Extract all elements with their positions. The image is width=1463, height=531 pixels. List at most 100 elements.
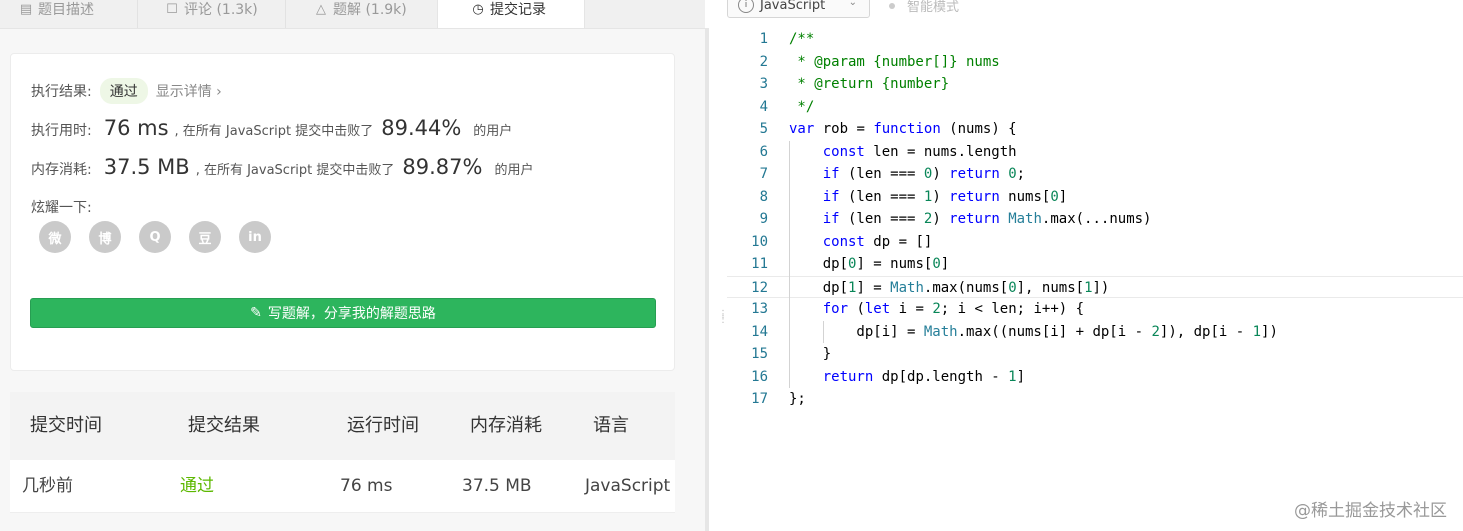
tab-solutions[interactable]: △ 题解 (1.9k)	[313, 0, 407, 28]
language-value: JavaScript	[760, 0, 826, 13]
code-line[interactable]: 16 return dp[dp.length - 1]	[727, 366, 1463, 389]
line-number: 1	[759, 31, 768, 47]
line-number: 16	[751, 368, 768, 385]
share-row: 炫耀一下:	[31, 197, 92, 217]
show-details-link[interactable]: 显示详情 ›	[156, 81, 222, 101]
code-line[interactable]: 5 var rob = function (nums) {	[727, 118, 1463, 141]
tab-label: 题解 (1.9k)	[333, 2, 407, 18]
line-number: 10	[751, 233, 768, 250]
code-text: if (len === 1) return nums[0]	[822, 188, 1068, 205]
tab-label: 题目描述	[38, 2, 94, 18]
scrollbar-track	[705, 28, 709, 531]
watermark: @稀土掘金技术社区	[1294, 501, 1447, 521]
line-number: 5	[759, 121, 768, 137]
solution-icon: △	[316, 1, 326, 17]
code-line[interactable]: 8 if (len === 1) return nums[0]	[727, 186, 1463, 209]
line-number: 12	[751, 279, 768, 296]
tab-submissions[interactable]: ◷ 提交记录	[437, 0, 585, 28]
chevron-down-icon: ⌄	[848, 0, 857, 8]
code-line[interactable]: 1 /**	[727, 28, 1463, 51]
share-label: 炫耀一下:	[31, 200, 92, 216]
code-text: for (let i = 2; i < len; i++) {	[822, 301, 1085, 317]
smart-mode-toggle[interactable]: 智能模式	[889, 0, 959, 15]
result-status-row: 执行结果: 通过 显示详情 ›	[31, 78, 222, 104]
memory-percent: 89.87%	[402, 155, 483, 179]
cell-memory: 37.5 MB	[462, 476, 532, 496]
info-icon: i	[738, 0, 754, 13]
tab-label: 评论 (1.3k)	[184, 2, 258, 18]
code-line[interactable]: 10 const dp = []	[727, 231, 1463, 254]
pane-resize-handle[interactable]: ⋮ ⋮	[705, 0, 728, 531]
header-language: 语言	[593, 415, 629, 436]
weibo-icon[interactable]: 博	[89, 221, 121, 253]
code-text: if (len === 0) return 0;	[822, 166, 1026, 182]
line-number: 13	[751, 301, 768, 317]
clock-icon: ◷	[472, 1, 484, 17]
line-number: 7	[759, 166, 768, 182]
linkedin-icon[interactable]: in	[239, 221, 271, 253]
code-line[interactable]: 7 if (len === 0) return 0;	[727, 163, 1463, 186]
cell-language: JavaScript	[585, 476, 671, 496]
cell-runtime: 76 ms	[340, 476, 393, 496]
code-text: return dp[dp.length - 1]	[822, 368, 1026, 385]
left-panel: ▤ 题目描述 ☐ 评论 (1.3k) △ 题解 (1.9k) ◷ 提交记录 执行…	[0, 0, 705, 531]
line-number: 4	[759, 98, 768, 115]
code-line[interactable]: 13 for (let i = 2; i < len; i++) {	[727, 298, 1463, 321]
line-number: 17	[751, 391, 768, 407]
cell-time: 几秒前	[22, 476, 73, 496]
result-card: 执行结果: 通过 显示详情 › 执行用时: 76 ms , 在所有 JavaSc…	[10, 53, 675, 371]
code-text: dp[i] = Math.max((nums[i] + dp[i - 2]), …	[789, 323, 1278, 340]
memory-value: 37.5 MB	[103, 155, 190, 179]
douban-icon[interactable]: 豆	[189, 221, 221, 253]
status-badge: 通过	[99, 78, 148, 104]
share-icons: 微 博 Q 豆 in	[39, 221, 271, 253]
code-line[interactable]: 14 dp[i] = Math.max((nums[i] + dp[i - 2]…	[727, 321, 1463, 344]
code-editor-panel: i JavaScript ⌄ 智能模式 1 /** 2 * @param {numb…	[727, 0, 1463, 531]
write-solution-label: 写题解，分享我的解题思路	[267, 306, 436, 322]
indent-guide	[789, 140, 790, 388]
code-text: * @param {number[]} nums	[789, 53, 1000, 70]
code-line[interactable]: 15 }	[727, 343, 1463, 366]
line-number: 11	[751, 256, 768, 272]
code-text: }	[789, 346, 832, 362]
tab-label: 提交记录	[490, 2, 546, 18]
tab-bar: ▤ 题目描述 ☐ 评论 (1.3k) △ 题解 (1.9k) ◷ 提交记录	[0, 0, 705, 29]
qq-icon[interactable]: Q	[139, 221, 171, 253]
line-number: 3	[759, 76, 768, 92]
tab-comments[interactable]: ☐ 评论 (1.3k)	[164, 0, 258, 28]
line-number: 2	[759, 53, 768, 70]
line-number: 6	[759, 143, 768, 160]
code-line[interactable]: 9 if (len === 2) return Math.max(...nums…	[727, 208, 1463, 231]
table-header: 提交时间 提交结果 运行时间 内存消耗 语言	[10, 392, 675, 460]
cell-result-link[interactable]: 通过	[180, 460, 214, 512]
code-line[interactable]: 3 * @return {number}	[727, 73, 1463, 96]
smart-mode-dot-icon	[889, 2, 895, 9]
code-line[interactable]: 11 dp[0] = nums[0]	[727, 253, 1463, 276]
code-line[interactable]: 4 */	[727, 96, 1463, 119]
code-text: */	[789, 98, 815, 115]
header-memory: 内存消耗	[470, 415, 542, 436]
tab-separator	[285, 0, 286, 28]
code-text: dp[1] = Math.max(nums[0], nums[1])	[789, 279, 1110, 296]
code-text: /**	[789, 31, 815, 47]
line-number: 14	[751, 323, 768, 340]
code-text: };	[789, 391, 806, 407]
write-solution-button[interactable]: ✎ 写题解，分享我的解题思路	[30, 298, 656, 328]
code-line[interactable]: 12 dp[1] = Math.max(nums[0], nums[1])	[727, 275, 1463, 298]
table-row[interactable]: 几秒前 通过 76 ms 37.5 MB JavaScript	[10, 460, 675, 513]
language-select[interactable]: i JavaScript ⌄	[727, 0, 870, 18]
header-runtime: 运行时间	[347, 415, 419, 436]
header-result: 提交结果	[188, 415, 260, 436]
code-line[interactable]: 17};	[727, 388, 1463, 411]
runtime-text: , 在所有 JavaScript 提交中击败了	[174, 124, 374, 139]
code-text: const dp = []	[822, 233, 933, 250]
code-text: dp[0] = nums[0]	[789, 256, 950, 272]
runtime-suffix: 的用户	[473, 124, 513, 139]
header-time: 提交时间	[30, 415, 102, 436]
memory-suffix: 的用户	[494, 163, 534, 178]
wechat-icon[interactable]: 微	[39, 221, 71, 253]
tab-description[interactable]: ▤ 题目描述	[18, 0, 94, 28]
memory-text: , 在所有 JavaScript 提交中击败了	[195, 163, 395, 178]
code-line[interactable]: 6 const len = nums.length	[727, 141, 1463, 164]
code-line[interactable]: 2 * @param {number[]} nums	[727, 51, 1463, 74]
